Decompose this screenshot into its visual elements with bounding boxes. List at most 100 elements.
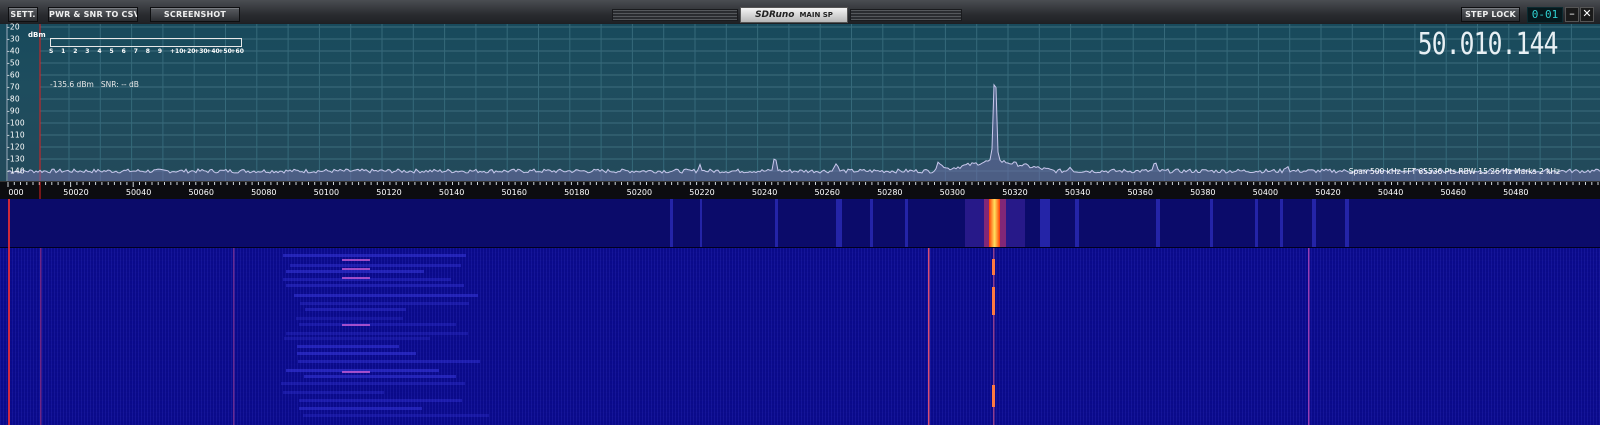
wf-noise-band xyxy=(304,375,456,378)
spectrum-trace xyxy=(7,83,1600,174)
wf-column xyxy=(1312,199,1316,247)
wf-streak xyxy=(1308,248,1310,425)
settings-button[interactable]: SETT. xyxy=(8,7,38,22)
y-tick-label: -110 xyxy=(7,130,25,140)
frequency-label: 50360 xyxy=(1127,188,1153,197)
frequency-label: 50140 xyxy=(438,188,465,197)
frequency-label: 50440 xyxy=(1377,188,1404,197)
s-meter-tick: 7 xyxy=(133,48,138,55)
wf-column xyxy=(1075,199,1079,247)
y-tick-label: -60 xyxy=(7,70,20,80)
wf-noise-band xyxy=(298,360,480,363)
frequency-label: 50240 xyxy=(751,188,778,197)
s-meter-scale: S 1 2 3 4 5 6 7 8 9 +10 +20 +30 +40 +50 +60 xyxy=(49,48,249,56)
wf-noise-band xyxy=(283,254,466,257)
y-tick-label: -20 xyxy=(7,22,20,32)
waterfall-display[interactable] xyxy=(0,199,1600,425)
close-icon[interactable]: ✕ xyxy=(1580,7,1594,22)
s-meter-tick: 5 xyxy=(109,48,114,55)
wf-burst xyxy=(342,259,370,261)
wf-column xyxy=(870,199,873,247)
y-tick-label: -120 xyxy=(7,142,25,152)
frequency-label: 50460 xyxy=(1440,188,1466,197)
spectrum-display[interactable]: -20 -30 -40 -50 -60 -70 -80 -90 -100 -110 -120 -130… xyxy=(0,22,1600,181)
wf-hot-signal xyxy=(989,199,1000,247)
frequency-label: 50120 xyxy=(376,188,402,197)
frequency-label: 50380 xyxy=(1190,188,1216,197)
y-tick-label: -70 xyxy=(7,82,20,92)
wf-noise-band xyxy=(303,414,489,417)
wf-carrier-trace xyxy=(992,385,995,407)
frequency-label: 50400 xyxy=(1252,188,1279,197)
step-digits-display[interactable]: 0-01 xyxy=(1527,7,1563,23)
title-bar: SETT. PWR & SNR TO CSV SCREENSHOT SDRuno… xyxy=(0,0,1600,25)
s-meter-bar xyxy=(50,38,242,47)
step-lock-button[interactable]: STEP LOCK xyxy=(1461,7,1520,22)
wf-noise-band xyxy=(290,264,461,267)
wf-column xyxy=(670,199,673,247)
dbm-unit-label: dBm xyxy=(28,31,46,39)
wf-noise-band xyxy=(294,294,478,297)
s-meter-tick: 9 xyxy=(157,48,163,55)
frequency-label: 50220 xyxy=(689,188,715,197)
frequency-label: 50060 xyxy=(188,188,214,197)
wf-burst xyxy=(342,371,370,373)
s-meter-tick: 8 xyxy=(145,48,150,55)
s-meter-tick: +60 xyxy=(230,48,244,55)
y-tick-label: -140 xyxy=(7,166,25,176)
frequency-label: 50040 xyxy=(125,188,152,197)
frequency-label: 50480 xyxy=(1503,188,1529,197)
frequency-ticks xyxy=(7,182,1599,200)
wf-burst xyxy=(342,277,370,279)
frequency-label: 50180 xyxy=(564,188,590,197)
wf-column xyxy=(836,199,842,247)
wf-streak xyxy=(40,248,42,425)
wf-noise-band xyxy=(281,382,465,385)
s-meter-tick: 4 xyxy=(97,48,102,55)
wf-column xyxy=(1156,199,1160,247)
logo-panel: MAIN SP xyxy=(799,11,833,19)
wf-noise-band xyxy=(299,323,456,326)
s-meter-tick: S xyxy=(49,48,54,55)
wf-noise-band xyxy=(286,270,424,273)
wf-column xyxy=(1040,199,1050,247)
wf-column xyxy=(1255,199,1258,247)
s-meter-tick: 2 xyxy=(73,48,78,55)
frequency-label: 50320 xyxy=(1002,188,1028,197)
frequency-label: 50300 xyxy=(939,188,966,197)
wf-noise-band xyxy=(286,332,468,335)
frequency-label: 50100 xyxy=(313,188,340,197)
wf-noise-band xyxy=(296,317,403,320)
wf-column xyxy=(1210,199,1213,247)
frequency-label: 50260 xyxy=(814,188,840,197)
wf-column xyxy=(700,199,702,247)
wf-noise-band xyxy=(300,302,469,305)
wf-noise-band xyxy=(299,407,422,410)
minimize-icon[interactable]: – xyxy=(1565,7,1579,22)
sdruno-logo: SDRuno MAIN SP xyxy=(740,7,848,23)
s-meter-tick: 3 xyxy=(85,48,90,55)
frequency-label: 50420 xyxy=(1315,188,1341,197)
logo-brand: SDRuno xyxy=(755,10,795,20)
frequency-label: 50020 xyxy=(63,188,89,197)
frequency-label: 50080 xyxy=(251,188,277,197)
y-tick-label: -130 xyxy=(7,154,25,164)
wf-noise-band xyxy=(297,352,416,355)
wf-burst xyxy=(342,268,370,270)
span-fft-info: Span 500 kHz FFT 65536 Pts RBW 15.26 Hz … xyxy=(1348,167,1560,176)
grip-ridge-left xyxy=(612,9,738,21)
vfo-frequency-display[interactable]: 50.010.144 xyxy=(1418,30,1559,60)
s-meter-tick: 6 xyxy=(121,48,126,55)
pwr-snr-csv-button[interactable]: PWR & SNR TO CSV xyxy=(48,7,138,22)
wf-burst xyxy=(342,324,370,326)
frequency-ruler[interactable]: 000 50020 50040 50060 50080 50100 50120 50140 50… xyxy=(0,181,1600,200)
wf-noise-band xyxy=(283,391,384,394)
y-tick-label: -100 xyxy=(7,118,25,128)
waterfall-signals xyxy=(8,199,1349,425)
wf-column xyxy=(1280,199,1283,247)
wf-streak xyxy=(233,248,235,425)
wf-noise-band xyxy=(299,399,462,402)
screenshot-button[interactable]: SCREENSHOT xyxy=(150,7,240,22)
y-tick-label: -80 xyxy=(7,94,20,104)
frequency-label: 50200 xyxy=(626,188,653,197)
